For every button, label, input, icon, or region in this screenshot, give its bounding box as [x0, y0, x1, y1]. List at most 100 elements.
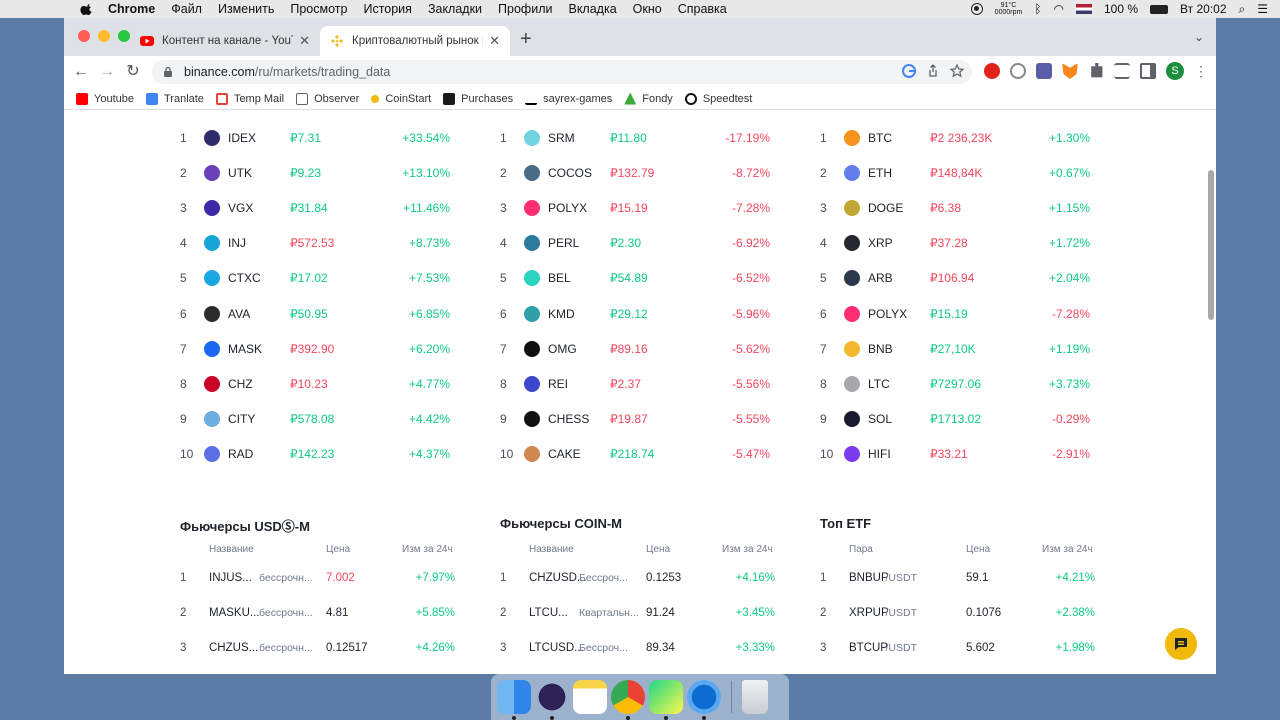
bookmark-star-icon[interactable]	[950, 64, 964, 78]
column-header-name[interactable]: Название	[529, 544, 574, 555]
mover-row[interactable]: 8 LTC ₽7297.06 +3.73%	[820, 366, 1090, 401]
column-header-price[interactable]: Цена	[646, 544, 670, 555]
mover-row[interactable]: 4 INJ ₽572.53 +8.73%	[180, 226, 450, 261]
mover-row[interactable]: 5 ARB ₽106.94 +2.04%	[820, 261, 1090, 296]
futures-row[interactable]: 2 LTCU... Квартальн... 91.24 +3.45%	[500, 607, 775, 642]
bookmark-purchases[interactable]: Purchases	[443, 92, 513, 105]
mover-row[interactable]: 1 BTC ₽2 236,23K +1.30%	[820, 120, 1090, 155]
trash-icon[interactable]	[742, 680, 768, 714]
finder-icon[interactable]	[497, 680, 531, 720]
minimize-window-button[interactable]	[98, 30, 110, 42]
futures-row[interactable]: 3 BTCUP/USDT 5.602 +1.98%	[820, 642, 1095, 674]
mover-row[interactable]: 6 KMD ₽29.12 -5.96%	[500, 296, 770, 331]
clock[interactable]: Вт 20:02	[1180, 2, 1226, 16]
menu-window[interactable]: Окно	[633, 2, 662, 16]
mover-row[interactable]: 9 CHESS ₽19.87 -5.55%	[500, 402, 770, 437]
record-icon[interactable]	[970, 3, 983, 15]
pycharm-icon[interactable]	[649, 680, 683, 720]
mover-row[interactable]: 4 XRP ₽37.28 +1.72%	[820, 226, 1090, 261]
quicktime-icon[interactable]	[687, 680, 721, 720]
column-header-price[interactable]: Цена	[326, 544, 350, 555]
mover-row[interactable]: 3 DOGE ₽6.38 +1.15%	[820, 190, 1090, 225]
zoom-window-button[interactable]	[118, 30, 130, 42]
forward-button[interactable]: →	[98, 63, 116, 81]
close-tab-icon[interactable]: ✕	[489, 33, 500, 49]
menu-app-name[interactable]: Chrome	[108, 2, 155, 16]
bookmark-sayrex-games[interactable]: sayrex-games	[525, 92, 612, 105]
mover-row[interactable]: 10 RAD ₽142.23 +4.37%	[180, 437, 450, 472]
metamask-fox-icon[interactable]	[1062, 63, 1078, 79]
bookmark-translate[interactable]: Tranlate	[145, 92, 204, 105]
flag-icon[interactable]	[1076, 4, 1092, 14]
adblock-icon[interactable]	[984, 63, 1000, 79]
chrome-icon[interactable]	[611, 680, 645, 720]
bookmark-fondy[interactable]: Fondy	[624, 92, 673, 105]
page-scrollbar[interactable]	[1208, 170, 1214, 320]
mover-row[interactable]: 7 MASK ₽392.90 +6.20%	[180, 331, 450, 366]
mover-row[interactable]: 3 VGX ₽31.84 +11.46%	[180, 190, 450, 225]
apple-icon[interactable]	[80, 2, 94, 16]
mover-row[interactable]: 9 SOL ₽1713.02 -0.29%	[820, 402, 1090, 437]
bookmark-temp-mail[interactable]: Temp Mail	[215, 92, 284, 105]
mover-row[interactable]: 3 POLYX ₽15.19 -7.28%	[500, 190, 770, 225]
menu-tab[interactable]: Вкладка	[568, 2, 616, 16]
column-header-change[interactable]: Изм за 24ч	[1042, 544, 1093, 555]
mover-row[interactable]: 2 COCOS ₽132.79 -8.72%	[500, 155, 770, 190]
vpn-globe-icon[interactable]	[1010, 63, 1026, 79]
tab-youtube[interactable]: Контент на канале - YouTube ✕	[130, 26, 320, 56]
mover-row[interactable]: 8 REI ₽2.37 -5.56%	[500, 366, 770, 401]
puzzle-extensions-icon[interactable]	[1091, 63, 1103, 78]
address-bar[interactable]: binance.com/ru/markets/trading_data	[152, 60, 972, 84]
battery-percent[interactable]: 100 %	[1104, 2, 1138, 16]
close-tab-icon[interactable]: ✕	[299, 33, 310, 49]
menu-view[interactable]: Просмотр	[290, 2, 347, 16]
tab-search-chevron-icon[interactable]: ⌄	[1194, 30, 1204, 44]
share-icon[interactable]	[926, 64, 940, 78]
google-translate-icon[interactable]	[902, 64, 916, 78]
bookmark-observer[interactable]: Observer	[296, 92, 359, 105]
menu-edit[interactable]: Изменить	[218, 2, 274, 16]
side-panel-icon[interactable]	[1140, 63, 1156, 79]
mover-row[interactable]: 2 ETH ₽148,84K +0.67%	[820, 155, 1090, 190]
futures-row[interactable]: 1 BNBUP/USDT 59.1 +4.21%	[820, 572, 1095, 607]
mover-row[interactable]: 10 CAKE ₽218.74 -5.47%	[500, 437, 770, 472]
mover-row[interactable]: 6 POLYX ₽15.19 -7.28%	[820, 296, 1090, 331]
notes-icon[interactable]	[573, 680, 607, 714]
futures-row[interactable]: 1 INJUS... бессрочн... 7.002 +7.97%	[180, 572, 455, 607]
column-header-price[interactable]: Цена	[966, 544, 990, 555]
menu-bookmarks[interactable]: Закладки	[428, 2, 482, 16]
profile-avatar[interactable]: S	[1166, 62, 1184, 80]
futures-row[interactable]: 2 XRPUP/USDT 0.1076 +2.38%	[820, 607, 1095, 642]
mover-row[interactable]: 9 CITY ₽578.08 +4.42%	[180, 402, 450, 437]
extension-icon[interactable]	[1036, 63, 1052, 79]
reading-list-icon[interactable]	[1114, 63, 1130, 79]
mover-row[interactable]: 1 IDEX ₽7.31 +33.54%	[180, 120, 450, 155]
menu-file[interactable]: Файл	[171, 2, 202, 16]
mover-row[interactable]: 10 HIFI ₽33.21 -2.91%	[820, 437, 1090, 472]
bluetooth-icon[interactable]: ᛒ	[1034, 2, 1041, 16]
close-window-button[interactable]	[78, 30, 90, 42]
tab-binance[interactable]: Криптовалютный рынок | Цен ✕	[320, 26, 510, 56]
mover-row[interactable]: 5 BEL ₽54.89 -6.52%	[500, 261, 770, 296]
spotlight-search-icon[interactable]: ⌕	[1239, 2, 1246, 17]
bookmark-coinstart[interactable]: CoinStart	[371, 93, 431, 105]
eclipse-icon[interactable]	[535, 680, 569, 720]
column-header-name[interactable]: Название	[209, 544, 254, 555]
browser-menu-icon[interactable]: ⋮	[1194, 63, 1208, 80]
support-chat-button[interactable]	[1165, 628, 1197, 660]
menu-profiles[interactable]: Профили	[498, 2, 552, 16]
mover-row[interactable]: 5 CTXC ₽17.02 +7.53%	[180, 261, 450, 296]
battery-icon[interactable]	[1150, 4, 1169, 14]
mover-row[interactable]: 7 OMG ₽89.16 -5.62%	[500, 331, 770, 366]
mover-row[interactable]: 4 PERL ₽2.30 -6.92%	[500, 226, 770, 261]
bookmark-speedtest[interactable]: Speedtest	[684, 92, 752, 105]
lock-icon[interactable]	[162, 66, 174, 78]
futures-row[interactable]: 1 CHZUSD... Бессроч... 0.1253 +4.16%	[500, 572, 775, 607]
menu-help[interactable]: Справка	[678, 2, 727, 16]
new-tab-button[interactable]: +	[520, 28, 532, 51]
temperature-widget[interactable]: 91°C 0000rpm	[995, 2, 1023, 16]
futures-row[interactable]: 2 MASKU... бессрочн... 4.81 +5.85%	[180, 607, 455, 642]
column-header-name[interactable]: Пара	[849, 544, 873, 555]
mover-row[interactable]: 6 AVA ₽50.95 +6.85%	[180, 296, 450, 331]
control-center-icon[interactable]: ☰	[1257, 2, 1268, 16]
